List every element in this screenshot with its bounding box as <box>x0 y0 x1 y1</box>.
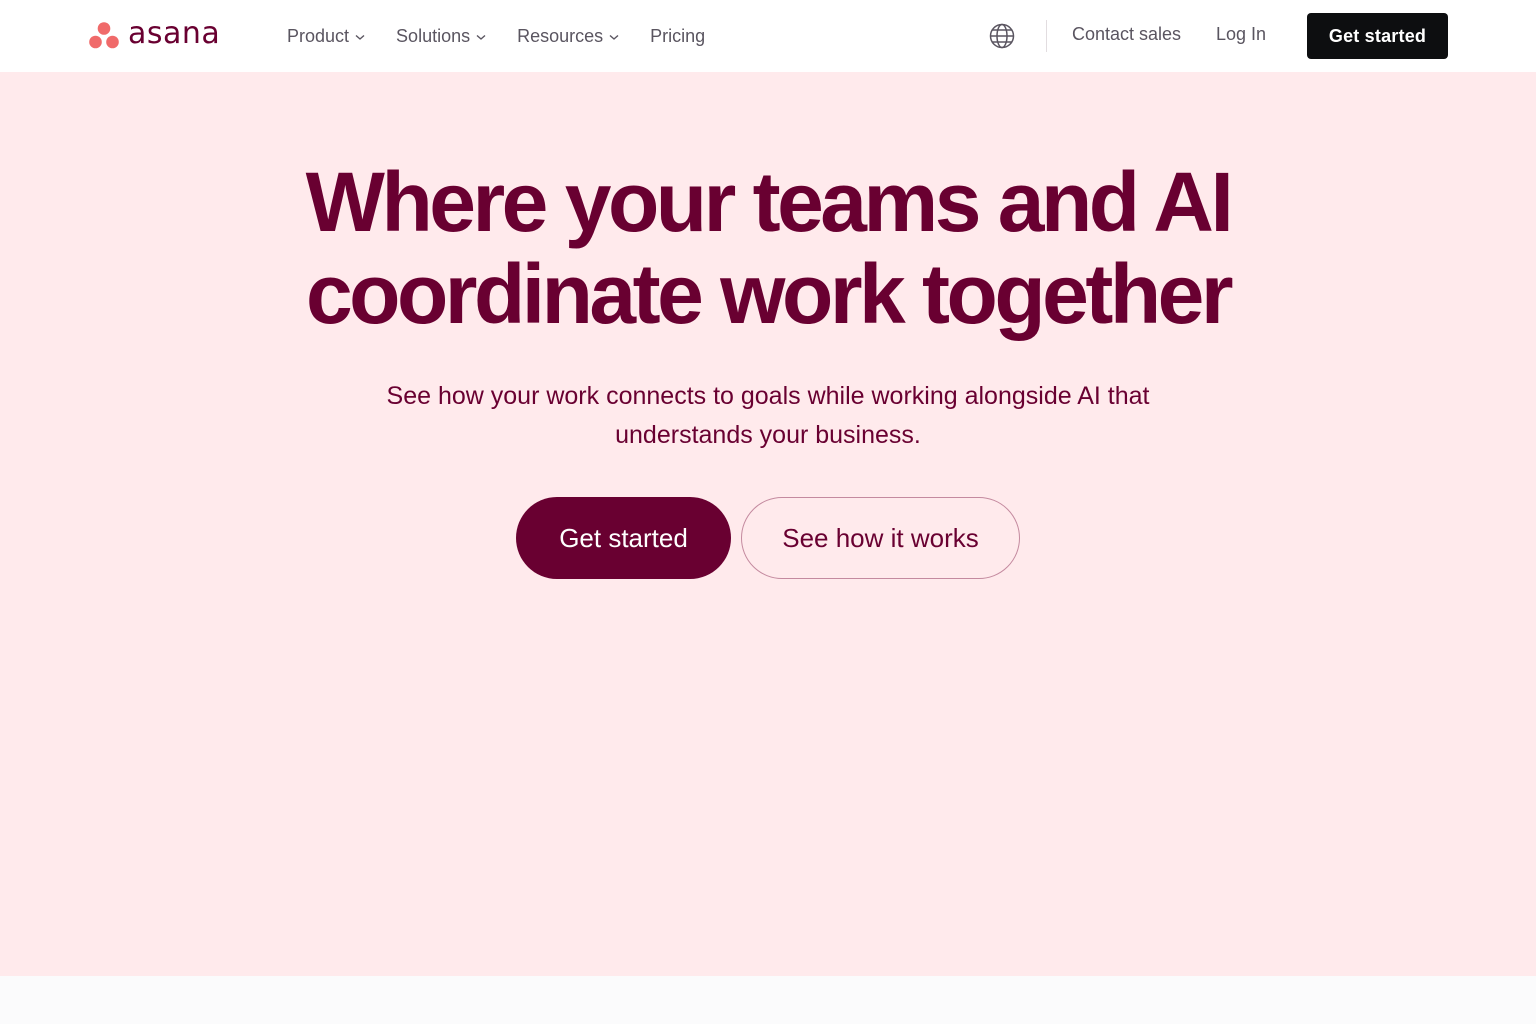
headline-line-1: Where your teams and AI <box>305 155 1234 249</box>
nav-product[interactable]: Product <box>287 26 366 47</box>
nav-pricing[interactable]: Pricing <box>650 26 705 47</box>
login-link[interactable]: Log In <box>1216 24 1266 45</box>
asana-logo[interactable]: asana <box>88 18 220 54</box>
contact-sales-link[interactable]: Contact sales <box>1072 24 1181 45</box>
main-nav: Product Solutions Resources Pricing <box>287 0 735 72</box>
asana-logo-icon <box>89 22 119 49</box>
subhead-line-2: understands your business. <box>615 421 921 449</box>
chevron-down-icon <box>609 34 619 40</box>
top-navigation-bar: asana Product Solutions Resources Pricin… <box>0 0 1536 72</box>
nav-resources-label: Resources <box>517 25 604 46</box>
nav-divider <box>1046 20 1047 52</box>
headline-line-2: coordinate work together <box>305 247 1234 341</box>
get-started-header-button[interactable]: Get started <box>1307 13 1448 59</box>
chevron-down-icon <box>476 34 486 40</box>
nav-product-label: Product <box>287 25 350 46</box>
brand-wordmark: asana <box>128 16 221 51</box>
see-how-it-works-button[interactable]: See how it works <box>741 497 1020 579</box>
hero-headline: Where your teams and AI coordinate work … <box>200 156 1336 340</box>
hero-subheadline: See how your work connects to goals whil… <box>318 377 1218 455</box>
subhead-line-1: See how your work connects to goals whil… <box>386 382 1150 410</box>
chevron-down-icon <box>355 34 365 40</box>
globe-icon[interactable] <box>988 22 1016 50</box>
below-hero-area <box>0 976 1536 1024</box>
nav-resources[interactable]: Resources <box>517 26 620 47</box>
nav-solutions[interactable]: Solutions <box>396 26 487 47</box>
hero-section: Where your teams and AI coordinate work … <box>0 72 1536 976</box>
get-started-button[interactable]: Get started <box>516 497 731 579</box>
nav-solutions-label: Solutions <box>396 25 471 46</box>
nav-pricing-label: Pricing <box>650 25 706 46</box>
